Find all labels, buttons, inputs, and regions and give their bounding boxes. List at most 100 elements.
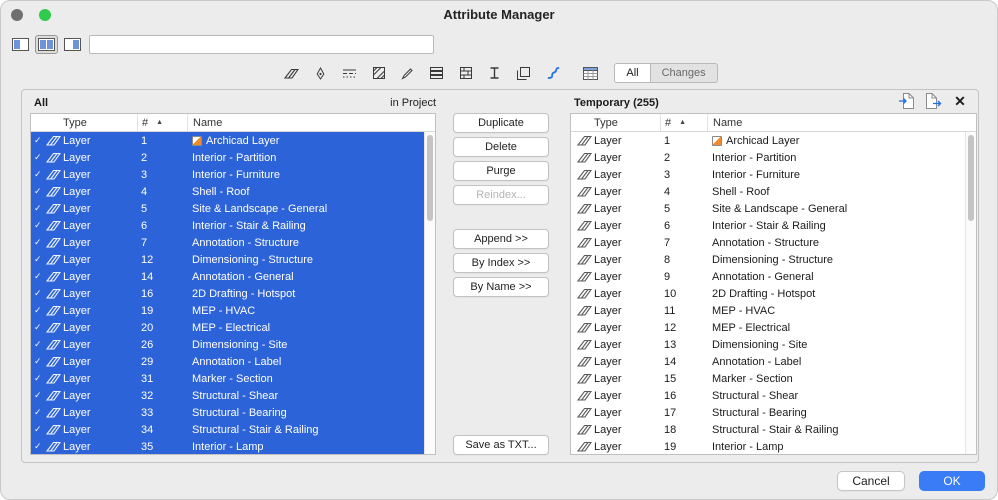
table-row[interactable]: Layer 7 Annotation - Structure bbox=[571, 234, 965, 251]
row-number: 12 bbox=[141, 253, 154, 266]
table-row[interactable]: ✓ Layer 19 MEP - HVAC bbox=[31, 302, 424, 319]
table-row[interactable]: ✓ Layer 6 Interior - Stair & Railing bbox=[31, 217, 424, 234]
checkmark-icon: ✓ bbox=[34, 203, 42, 213]
right-panel-view-icon[interactable] bbox=[61, 35, 84, 54]
save-attribute-file-icon[interactable] bbox=[923, 91, 943, 111]
table-row[interactable]: ✓ Layer 31 Marker - Section bbox=[31, 370, 424, 387]
left-panel-view-icon[interactable] bbox=[9, 35, 32, 54]
attribute-name-input[interactable] bbox=[89, 35, 434, 54]
profiles-tab-icon[interactable] bbox=[483, 63, 506, 83]
append-button[interactable]: Append >> bbox=[453, 229, 549, 249]
column-type[interactable]: Type bbox=[594, 114, 660, 131]
checkmark-icon: ✓ bbox=[34, 237, 42, 247]
table-row[interactable]: ✓ Layer 35 Interior - Lamp bbox=[31, 438, 424, 454]
by-index-button[interactable]: By Index >> bbox=[453, 253, 549, 273]
row-name: Marker - Section bbox=[192, 372, 273, 385]
main-frame: All in Project Temporary (255) ✕ Type # ▲… bbox=[21, 89, 979, 463]
row-number: 6 bbox=[664, 219, 671, 232]
column-type[interactable]: Type bbox=[63, 114, 137, 131]
table-row[interactable]: ✓ Layer 32 Structural - Shear bbox=[31, 387, 424, 404]
mep-systems-tab-icon[interactable] bbox=[541, 63, 564, 83]
table-row[interactable]: Layer 8 Dimensioning - Structure bbox=[571, 251, 965, 268]
delete-button[interactable]: Delete bbox=[453, 137, 549, 157]
row-number: 5 bbox=[664, 202, 671, 215]
archicad-logo-icon bbox=[712, 135, 722, 146]
composites-tab-icon[interactable] bbox=[425, 63, 448, 83]
table-row[interactable]: Layer 2 Interior - Partition bbox=[571, 149, 965, 166]
layers-tab-icon[interactable] bbox=[280, 63, 303, 83]
column-number[interactable]: # ▲ bbox=[660, 114, 707, 131]
dual-panel-view-icon[interactable] bbox=[35, 35, 58, 54]
scrollbar-thumb[interactable] bbox=[968, 135, 974, 221]
table-row[interactable]: ✓ Layer 3 Interior - Furniture bbox=[31, 166, 424, 183]
table-row[interactable]: Layer 9 Annotation - General bbox=[571, 268, 965, 285]
row-number: 2 bbox=[664, 151, 671, 164]
table-row[interactable]: ✓ Layer 2 Interior - Partition bbox=[31, 149, 424, 166]
save-as-txt-button[interactable]: Save as TXT... bbox=[453, 435, 549, 455]
table-row[interactable]: ✓ Layer 33 Structural - Bearing bbox=[31, 404, 424, 421]
table-row[interactable]: Layer 5 Site & Landscape - General bbox=[571, 200, 965, 217]
layer-icon bbox=[46, 373, 63, 384]
table-row[interactable]: Layer 6 Interior - Stair & Railing bbox=[571, 217, 965, 234]
table-row[interactable]: ✓ Layer 34 Structural - Stair & Railing bbox=[31, 421, 424, 438]
attributes-grid-icon[interactable] bbox=[578, 63, 602, 83]
table-row[interactable]: Layer 16 Structural - Shear bbox=[571, 387, 965, 404]
table-row[interactable]: Layer 15 Marker - Section bbox=[571, 370, 965, 387]
fill-types-tab-icon[interactable] bbox=[367, 63, 390, 83]
open-attribute-file-icon[interactable] bbox=[896, 91, 916, 111]
table-row[interactable]: ✓ Layer 29 Annotation - Label bbox=[31, 353, 424, 370]
layer-icon bbox=[46, 254, 63, 265]
line-types-tab-icon[interactable] bbox=[338, 63, 361, 83]
table-row[interactable]: ✓ Layer 5 Site & Landscape - General bbox=[31, 200, 424, 217]
table-row[interactable]: Layer 11 MEP - HVAC bbox=[571, 302, 965, 319]
table-row[interactable]: Layer 12 MEP - Electrical bbox=[571, 319, 965, 336]
ok-button[interactable]: OK bbox=[919, 471, 985, 491]
layer-icon bbox=[46, 322, 63, 333]
table-row[interactable]: Layer 10 2D Drafting - Hotspot bbox=[571, 285, 965, 302]
action-buttons: Duplicate Delete Purge Reindex... Append… bbox=[453, 90, 549, 462]
table-row[interactable]: ✓ Layer 14 Annotation - General bbox=[31, 268, 424, 285]
table-row[interactable]: ✓ Layer 4 Shell - Roof bbox=[31, 183, 424, 200]
cancel-button[interactable]: Cancel bbox=[837, 471, 905, 491]
table-row[interactable]: Layer 13 Dimensioning - Site bbox=[571, 336, 965, 353]
table-row[interactable]: ✓ Layer 16 2D Drafting - Hotspot bbox=[31, 285, 424, 302]
zone-categories-tab-icon[interactable] bbox=[512, 63, 535, 83]
scrollbar[interactable] bbox=[965, 132, 976, 454]
tab-all[interactable]: All bbox=[614, 63, 651, 83]
building-materials-tab-icon[interactable] bbox=[454, 63, 477, 83]
table-row[interactable]: ✓ Layer 1 Archicad Layer bbox=[31, 132, 424, 149]
row-number: 19 bbox=[141, 304, 154, 317]
row-name: Archicad Layer bbox=[707, 135, 965, 147]
table-row[interactable]: Layer 18 Structural - Stair & Railing bbox=[571, 421, 965, 438]
table-row[interactable]: Layer 14 Annotation - Label bbox=[571, 353, 965, 370]
table-row[interactable]: Layer 3 Interior - Furniture bbox=[571, 166, 965, 183]
table-row[interactable]: Layer 4 Shell - Roof bbox=[571, 183, 965, 200]
table-row[interactable]: Layer 19 Interior - Lamp bbox=[571, 438, 965, 454]
layer-icon bbox=[46, 407, 63, 418]
close-temporary-icon[interactable]: ✕ bbox=[950, 91, 970, 111]
checkmark-icon: ✓ bbox=[34, 135, 42, 145]
table-row[interactable]: ✓ Layer 12 Dimensioning - Structure bbox=[31, 251, 424, 268]
table-row[interactable]: Layer 1 Archicad Layer bbox=[571, 132, 965, 149]
table-row[interactable]: ✓ Layer 26 Dimensioning - Site bbox=[31, 336, 424, 353]
table-row[interactable]: ✓ Layer 7 Annotation - Structure bbox=[31, 234, 424, 251]
row-name: Annotation - Label bbox=[712, 355, 802, 368]
column-name[interactable]: Name bbox=[707, 114, 976, 131]
column-number[interactable]: # ▲ bbox=[137, 114, 187, 131]
surfaces-tab-icon[interactable] bbox=[396, 63, 419, 83]
purge-button[interactable]: Purge bbox=[453, 161, 549, 181]
layer-icon bbox=[46, 441, 63, 452]
tab-changes[interactable]: Changes bbox=[650, 63, 718, 83]
row-type: Layer bbox=[594, 236, 622, 249]
pens-tab-icon[interactable] bbox=[309, 63, 332, 83]
table-row[interactable]: ✓ Layer 20 MEP - Electrical bbox=[31, 319, 424, 336]
table-row[interactable]: Layer 17 Structural - Bearing bbox=[571, 404, 965, 421]
by-name-button[interactable]: By Name >> bbox=[453, 277, 549, 297]
table-header: Type # ▲ Name bbox=[31, 114, 435, 132]
duplicate-button[interactable]: Duplicate bbox=[453, 113, 549, 133]
row-name: Dimensioning - Structure bbox=[712, 253, 834, 266]
column-name[interactable]: Name bbox=[187, 114, 435, 131]
scrollbar[interactable] bbox=[424, 132, 435, 454]
scrollbar-thumb[interactable] bbox=[427, 135, 433, 221]
row-type: Layer bbox=[594, 355, 622, 368]
